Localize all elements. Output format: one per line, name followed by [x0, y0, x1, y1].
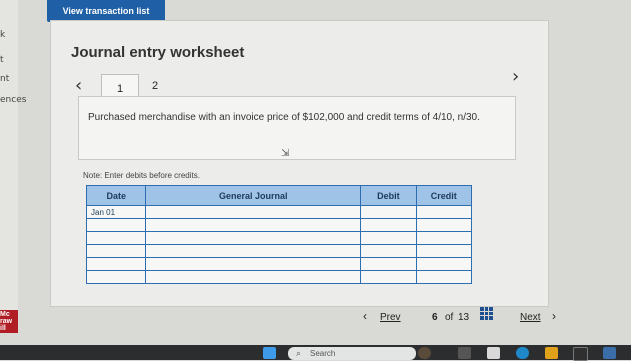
store-icon[interactable] — [573, 347, 588, 361]
publisher-logo: Mc raw ill — [0, 310, 18, 333]
edge-browser-icon[interactable] — [516, 347, 529, 359]
page-of-label: of — [445, 312, 454, 323]
sidebar-fragment-4[interactable]: ences — [0, 95, 26, 105]
account-cell[interactable] — [145, 205, 362, 219]
sidebar-fragment-3[interactable]: nt — [0, 74, 9, 84]
table-row — [85, 218, 473, 232]
date-cell[interactable] — [85, 257, 147, 271]
chevron-right-icon[interactable]: › — [512, 66, 519, 87]
table-row — [85, 270, 473, 284]
transaction-prompt: Purchased merchandise with an invoice pr… — [88, 112, 480, 123]
app-icon[interactable] — [603, 347, 616, 359]
date-cell[interactable] — [85, 244, 147, 258]
debit-cell[interactable] — [360, 231, 417, 245]
file-explorer-icon[interactable] — [545, 347, 558, 359]
next-button[interactable]: Next — [520, 312, 541, 323]
credit-cell[interactable] — [415, 270, 473, 284]
column-header-debit: Debit — [360, 185, 417, 206]
chevron-right-icon[interactable]: › — [552, 309, 556, 323]
debit-cell[interactable] — [360, 257, 417, 271]
debit-cell[interactable] — [360, 270, 417, 284]
debit-cell[interactable] — [360, 244, 417, 258]
view-transaction-list-button[interactable]: View transaction list — [47, 0, 165, 22]
account-cell[interactable] — [145, 231, 362, 245]
sidebar-fragment-2[interactable]: t — [0, 55, 4, 65]
chevron-left-icon[interactable]: ‹ — [75, 75, 82, 96]
table-row: Jan 01 — [85, 205, 473, 219]
debit-cell[interactable] — [360, 205, 417, 219]
transaction-prompt-box — [78, 96, 516, 160]
date-cell[interactable] — [85, 218, 147, 232]
credit-cell[interactable] — [415, 257, 473, 271]
account-cell[interactable] — [145, 218, 362, 232]
mouse-cursor-icon: ⇲ — [281, 148, 290, 159]
current-page: 6 — [432, 312, 438, 323]
search-icon: ⌕ — [296, 348, 302, 358]
task-view-icon[interactable] — [458, 347, 471, 359]
credit-cell[interactable] — [415, 205, 473, 219]
account-cell[interactable] — [145, 244, 362, 258]
credit-cell[interactable] — [415, 218, 473, 232]
table-row — [85, 244, 473, 258]
credit-cell[interactable] — [415, 231, 473, 245]
date-cell[interactable]: Jan 01 — [85, 205, 147, 219]
windows-start-icon[interactable] — [263, 347, 276, 359]
account-cell[interactable] — [145, 257, 362, 271]
app-icon[interactable] — [487, 347, 500, 359]
sidebar-fragment-1[interactable]: k — [0, 30, 5, 40]
credit-cell[interactable] — [415, 244, 473, 258]
debit-cell[interactable] — [360, 218, 417, 232]
general-journal-table: Date General Journal Debit Credit Jan 01 — [85, 185, 473, 284]
column-header-general-journal: General Journal — [145, 185, 362, 206]
date-cell[interactable] — [85, 231, 147, 245]
table-row — [85, 231, 473, 245]
page-grid-icon[interactable] — [480, 307, 493, 320]
prev-button[interactable]: Prev — [380, 312, 401, 323]
column-header-credit: Credit — [415, 185, 473, 206]
account-cell[interactable] — [145, 270, 362, 284]
column-header-date: Date — [85, 185, 147, 206]
chevron-left-icon[interactable]: ‹ — [363, 309, 367, 323]
tab-2[interactable]: 2 — [137, 74, 173, 98]
widget-icon[interactable] — [418, 347, 431, 359]
worksheet-title: Journal entry worksheet — [71, 44, 245, 61]
total-pages: 13 — [458, 312, 470, 323]
date-cell[interactable] — [85, 270, 147, 284]
entry-note: Note: Enter debits before credits. — [83, 171, 200, 180]
left-sidebar-fragment: k t nt ences — [0, 0, 26, 330]
table-row — [85, 257, 473, 271]
taskbar-search-input[interactable]: ⌕ Search — [288, 347, 416, 360]
